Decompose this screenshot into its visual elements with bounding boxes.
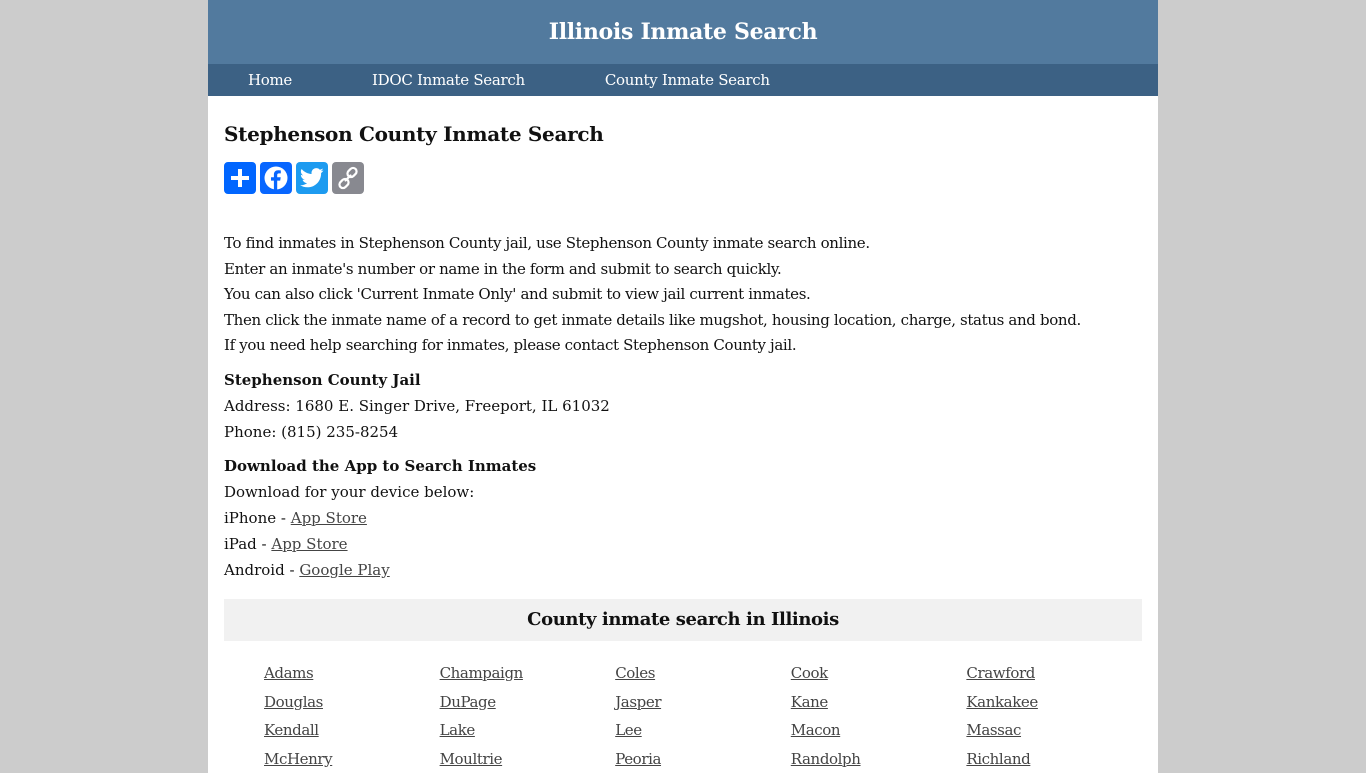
county-link[interactable]: Cook xyxy=(791,659,967,688)
intro-line: Then click the inmate name of a record t… xyxy=(224,310,1081,329)
twitter-icon xyxy=(300,168,324,188)
page-title: Stephenson County Inmate Search xyxy=(224,122,604,146)
main-content: Stephenson County Inmate Search To find … xyxy=(208,96,1158,773)
county-link[interactable]: Peoria xyxy=(615,745,791,773)
app-subtitle: Download for your device below: xyxy=(224,482,475,501)
intro-line: To find inmates in Stephenson County jai… xyxy=(224,234,870,252)
site-header: Illinois Inmate Search xyxy=(208,0,1158,64)
device-label: Android - xyxy=(224,560,300,579)
plus-icon xyxy=(231,169,249,187)
jail-heading: Stephenson County Jail xyxy=(224,370,421,389)
device-label: iPad - xyxy=(224,534,272,553)
nav-county-inmate-search[interactable]: County Inmate Search xyxy=(605,71,770,89)
main-nav: Home IDOC Inmate Search County Inmate Se… xyxy=(208,64,1158,96)
intro-line: If you need help searching for inmates, … xyxy=(224,336,797,355)
iphone-app-store-link[interactable]: App Store xyxy=(291,509,367,527)
county-link[interactable]: Moultrie xyxy=(440,745,616,773)
share-button[interactable] xyxy=(224,162,256,194)
county-link[interactable]: Kendall xyxy=(264,716,440,745)
twitter-share-button[interactable] xyxy=(296,162,328,194)
page-container: Illinois Inmate Search Home IDOC Inmate … xyxy=(208,0,1158,773)
jail-info: Stephenson County Jail Address: 1680 E. … xyxy=(224,367,1142,445)
jail-address: Address: 1680 E. Singer Drive, Freeport,… xyxy=(224,396,610,415)
copy-link-button[interactable] xyxy=(332,162,364,194)
county-link[interactable]: Jasper xyxy=(615,688,791,717)
facebook-icon xyxy=(264,166,288,190)
app-link-row: iPad - App Store xyxy=(224,531,1142,557)
county-links-grid: Adams Champaign Coles Cook Crawford Doug… xyxy=(224,659,1142,773)
county-link[interactable]: Richland xyxy=(966,745,1142,773)
county-link[interactable]: Douglas xyxy=(264,688,440,717)
app-link-row: iPhone - App Store xyxy=(224,505,1142,531)
android-google-play-link[interactable]: Google Play xyxy=(299,561,389,579)
county-link[interactable]: Adams xyxy=(264,659,440,688)
county-link[interactable]: DuPage xyxy=(440,688,616,717)
county-link[interactable]: Randolph xyxy=(791,745,967,773)
jail-phone: Phone: (815) 235-8254 xyxy=(224,422,399,441)
county-link[interactable]: Coles xyxy=(615,659,791,688)
intro-text: To find inmates in Stephenson County jai… xyxy=(224,231,1142,359)
share-buttons xyxy=(224,162,1142,194)
county-link[interactable]: Lee xyxy=(615,716,791,745)
app-heading: Download the App to Search Inmates xyxy=(224,456,537,475)
intro-line: Enter an inmate's number or name in the … xyxy=(224,259,782,278)
intro-line: You can also click 'Current Inmate Only'… xyxy=(224,285,811,304)
county-heading: County inmate search in Illinois xyxy=(527,609,839,631)
site-title-link[interactable]: Illinois Inmate Search xyxy=(549,19,818,45)
nav-idoc-inmate-search[interactable]: IDOC Inmate Search xyxy=(372,71,525,89)
county-link[interactable]: Crawford xyxy=(966,659,1142,688)
app-download: Download the App to Search Inmates Downl… xyxy=(224,453,1142,583)
county-link[interactable]: Kankakee xyxy=(966,688,1142,717)
county-link[interactable]: Macon xyxy=(791,716,967,745)
county-link[interactable]: Champaign xyxy=(440,659,616,688)
ipad-app-store-link[interactable]: App Store xyxy=(271,535,347,553)
app-link-row: Android - Google Play xyxy=(224,557,1142,583)
facebook-share-button[interactable] xyxy=(260,162,292,194)
county-section-header: County inmate search in Illinois xyxy=(224,598,1142,641)
nav-home[interactable]: Home xyxy=(248,71,292,89)
county-link[interactable]: Lake xyxy=(440,716,616,745)
county-link[interactable]: McHenry xyxy=(264,745,440,773)
link-icon xyxy=(338,166,358,190)
county-link[interactable]: Kane xyxy=(791,688,967,717)
device-label: iPhone - xyxy=(224,508,291,527)
county-link[interactable]: Massac xyxy=(966,716,1142,745)
